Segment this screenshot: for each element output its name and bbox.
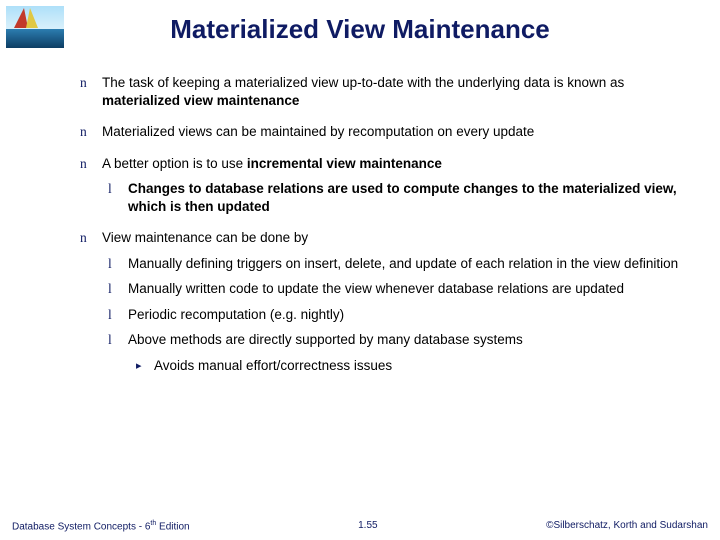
logo-image [6, 6, 64, 48]
bullet-mark-n: n [80, 155, 102, 173]
bullet-text: Materialized views can be maintained by … [102, 123, 534, 141]
bullet-level1: n View maintenance can be done by [80, 229, 690, 247]
bullet-level2: l Manually defining triggers on insert, … [108, 255, 690, 273]
bullet-level2: l Above methods are directly supported b… [108, 331, 690, 349]
bullet-text: A better option is to use incremental vi… [102, 155, 442, 173]
bullet-text: View maintenance can be done by [102, 229, 308, 247]
bullet-mark-n: n [80, 123, 102, 141]
bullet-mark-n: n [80, 229, 102, 247]
bullet-text: Above methods are directly supported by … [128, 331, 523, 349]
bullet-mark-l: l [108, 280, 128, 298]
bullet-mark-n: n [80, 74, 102, 109]
bullet-level2: l Manually written code to update the vi… [108, 280, 690, 298]
footer-page-number: 1.55 [358, 520, 377, 532]
bullet-mark-l: l [108, 306, 128, 324]
bullet-text: Manually defining triggers on insert, de… [128, 255, 678, 273]
bullet-level2: l Periodic recomputation (e.g. nightly) [108, 306, 690, 324]
slide-body: n The task of keeping a materialized vie… [80, 74, 690, 383]
bullet-mark-l: l [108, 255, 128, 273]
bullet-text: Avoids manual effort/correctness issues [154, 357, 392, 375]
slide-footer: Database System Concepts - 6th Edition 1… [0, 520, 720, 532]
bullet-level1: n A better option is to use incremental … [80, 155, 690, 173]
bullet-text: Periodic recomputation (e.g. nightly) [128, 306, 344, 324]
bullet-text: Manually written code to update the view… [128, 280, 624, 298]
footer-left: Database System Concepts - 6th Edition [12, 520, 190, 532]
bullet-mark-l: l [108, 180, 128, 215]
bullet-level2: l Changes to database relations are used… [108, 180, 690, 215]
bullet-level1: n Materialized views can be maintained b… [80, 123, 690, 141]
slide-title: Materialized View Maintenance [0, 0, 720, 45]
bullet-text: Changes to database relations are used t… [128, 180, 690, 215]
footer-copyright: ©Silberschatz, Korth and Sudarshan [546, 520, 708, 532]
bullet-text: The task of keeping a materialized view … [102, 74, 690, 109]
bullet-level3: ▸ Avoids manual effort/correctness issue… [136, 357, 690, 375]
bullet-level1: n The task of keeping a materialized vie… [80, 74, 690, 109]
bullet-mark-triangle: ▸ [136, 357, 154, 375]
bullet-mark-l: l [108, 331, 128, 349]
